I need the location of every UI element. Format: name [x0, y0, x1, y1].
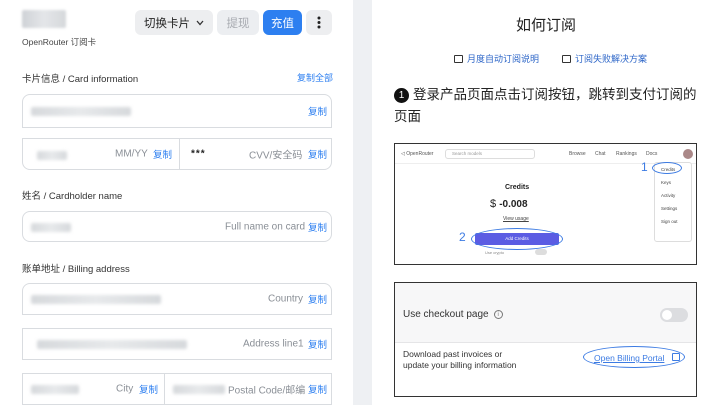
copy-cvv-button[interactable]: 复制 — [308, 147, 327, 161]
recharge-button[interactable]: 充值 — [263, 10, 302, 35]
highlight-ellipse-add-credits — [471, 228, 563, 250]
guide-title: 如何订阅 — [515, 17, 576, 34]
screenshot-nav-browse: Browse — [569, 151, 586, 157]
cardholder-name-value — [31, 223, 71, 232]
country-placeholder: Country — [268, 293, 304, 305]
more-options-button[interactable] — [306, 10, 332, 35]
screenshot-logo-text: OpenRouter — [406, 151, 434, 157]
screenshot-credits-amount: $ -0.008 — [490, 198, 528, 210]
screenshot-nav-chat: Chat — [595, 151, 606, 157]
subscription-failure-link-label: 订阅失败解决方案 — [575, 54, 648, 64]
screenshot-menu-keys: Keys — [661, 180, 672, 185]
name-placeholder: Full name on card — [225, 221, 306, 232]
monthly-subscription-link-label: 月度自动订阅说明 — [467, 54, 540, 64]
screenshot-credits-label: Credits — [505, 184, 530, 191]
copy-expiry-button[interactable]: 复制 — [153, 147, 172, 161]
checkout-toggle — [660, 308, 688, 322]
postal-value — [173, 385, 225, 394]
screenshot-view-usage: View usage — [503, 216, 529, 222]
card-number-value — [31, 107, 131, 116]
switch-card-button[interactable]: 切换卡片 — [135, 10, 213, 35]
screenshot-use-crypto: Use crypto — [485, 250, 505, 255]
screenshot-menu-activity: Activity — [661, 193, 676, 198]
field-divider — [179, 139, 180, 169]
expiry-value — [37, 151, 67, 160]
screenshot-crypto-toggle — [535, 249, 547, 255]
highlight-ellipse-credits-menu — [652, 162, 682, 174]
copy-all-button[interactable]: 复制全部 — [297, 71, 333, 84]
cvv-value: *** — [191, 148, 206, 160]
switch-card-label: 切换卡片 — [144, 17, 190, 30]
country-value — [31, 295, 161, 304]
card-info-heading: 卡片信息 / Card information — [22, 74, 139, 85]
annotation-marker-1: 1 — [641, 160, 648, 174]
expiry-placeholder: MM/YY — [115, 148, 148, 160]
copy-address-button[interactable]: 复制 — [308, 337, 327, 351]
copy-name-button[interactable]: 复制 — [308, 220, 327, 234]
city-value — [31, 385, 79, 394]
screenshot-nav-docs: Docs — [646, 151, 658, 157]
address-placeholder: Address line1 — [243, 338, 304, 350]
address-line1-value — [37, 340, 187, 349]
expiry-cvv-row: MM/YY 复制 *** CVV/安全码 复制 — [22, 138, 332, 170]
download-invoices-text: Download past invoices or update your bi… — [403, 349, 516, 371]
cardholder-name-heading: 姓名 / Cardholder name — [22, 191, 123, 202]
copy-city-button[interactable]: 复制 — [139, 382, 158, 396]
monthly-subscription-link[interactable]: 月度自动订阅说明 — [454, 52, 539, 65]
card-number-field: 复制 — [22, 94, 332, 128]
app-root: OpenRouter 订阅卡 切换卡片 提现 充值 卡片信息 / Card in… — [0, 0, 720, 405]
country-field: Country 复制 — [22, 283, 332, 315]
cvv-placeholder: CVV/安全码 — [249, 150, 303, 162]
avatar — [683, 149, 693, 159]
card-label: OpenRouter 订阅卡 — [22, 37, 97, 47]
info-icon: i — [493, 310, 503, 319]
copy-postal-button[interactable]: 复制 — [308, 382, 327, 396]
checkout-page-label: Use checkout page — [403, 309, 489, 320]
screenshot-menu-settings: Settings — [661, 206, 678, 211]
screenshot-logo: ◁ OpenRouter — [401, 151, 433, 157]
city-postal-row: City 复制 Postal Code/邮编 复制 — [22, 373, 332, 405]
step-1-number: 1 — [394, 88, 409, 103]
book-icon — [454, 54, 463, 63]
download-line-2: update your billing information — [403, 360, 517, 370]
card-thumbnail — [22, 10, 66, 28]
address-line1-field: Address line1 复制 — [22, 328, 332, 360]
copy-country-button[interactable]: 复制 — [308, 292, 327, 306]
cardholder-name-field: Full name on card 复制 — [22, 211, 332, 242]
screenshot-user-menu: Credits Keys Activity Settings Sign out — [654, 162, 692, 242]
step-1-description: 登录产品页面点击订阅按钮，跳转到支付订阅的页面 — [394, 87, 697, 124]
chevron-down-icon — [196, 20, 204, 25]
book-icon — [562, 54, 571, 63]
screenshot-search: Search models — [445, 149, 535, 159]
subscription-failure-link[interactable]: 订阅失败解决方案 — [562, 52, 647, 65]
screenshot-nav-rankings: Rankings — [616, 151, 637, 157]
annotation-marker-2: 2 — [459, 230, 466, 244]
checkout-page-row: Use checkout page i — [403, 309, 503, 320]
step-1-text: 1 登录产品页面点击订阅按钮，跳转到支付订阅的页面 — [394, 84, 704, 128]
billing-portal-screenshot: Use checkout page i Download past invoic… — [394, 282, 697, 397]
city-placeholder: City — [116, 383, 134, 395]
copy-card-number-button[interactable]: 复制 — [308, 104, 327, 118]
download-line-1: Download past invoices or — [403, 349, 503, 359]
credits-page-screenshot: ◁ OpenRouter Search models Browse Chat R… — [394, 143, 697, 265]
screenshot-navbar: ◁ OpenRouter Search models Browse Chat R… — [395, 144, 696, 164]
highlight-ellipse-billing-portal — [583, 346, 685, 368]
screenshot-menu-signout: Sign out — [661, 219, 678, 224]
withdraw-button[interactable]: 提现 — [217, 10, 259, 35]
more-vertical-icon — [317, 16, 321, 29]
subscription-guide-panel: 如何订阅 月度自动订阅说明 订阅失败解决方案 1 登录产品页面点击订阅按钮，跳转到… — [372, 0, 720, 405]
billing-address-heading: 账单地址 / Billing address — [22, 264, 130, 275]
field-divider — [164, 374, 165, 404]
postal-placeholder: Postal Code/邮编 — [228, 385, 306, 397]
card-detail-panel: OpenRouter 订阅卡 切换卡片 提现 充值 卡片信息 / Card in… — [0, 0, 353, 405]
